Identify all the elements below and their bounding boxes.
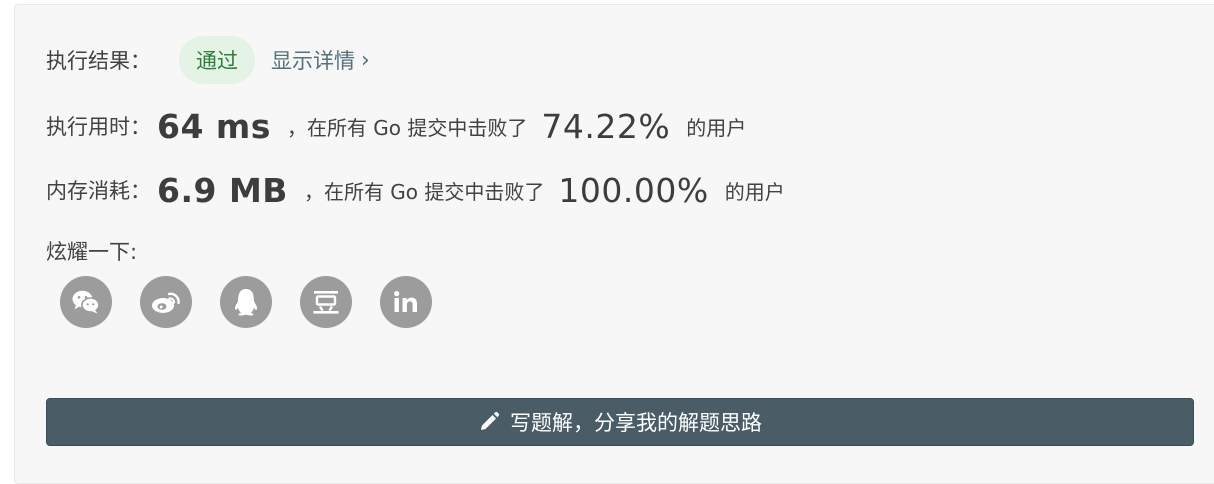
show-details-label: 显示详情 (271, 49, 355, 73)
douban-icon[interactable] (300, 276, 352, 328)
pencil-icon (478, 411, 500, 433)
write-solution-button[interactable]: 写题解，分享我的解题思路 (46, 398, 1194, 446)
result-row: 执行结果： 通过 显示详情 › (46, 36, 370, 84)
show-details-link[interactable]: 显示详情 › (271, 45, 370, 75)
runtime-row: 执行用时： 64 ms ，在所有 Go 提交中击败了 74.22% 的用户 (46, 104, 746, 148)
memory-label: 内存消耗： (46, 179, 151, 203)
runtime-label: 执行用时： (46, 115, 151, 139)
memory-mid-text: ，在所有 Go 提交中击败了 (303, 179, 545, 204)
chevron-right-icon: › (361, 47, 370, 73)
status-badge: 通过 (179, 36, 255, 84)
linkedin-icon[interactable] (380, 276, 432, 328)
memory-suffix: 的用户 (724, 179, 785, 204)
share-label: 炫耀一下: (46, 240, 138, 264)
result-label: 执行结果： (46, 49, 151, 73)
memory-value: 6.9 MB (157, 170, 288, 210)
wechat-icon[interactable] (60, 276, 112, 328)
memory-percent: 100.00% (558, 170, 709, 210)
write-solution-label: 写题解，分享我的解题思路 (510, 411, 762, 435)
qq-icon[interactable] (220, 276, 272, 328)
share-row: 炫耀一下: (46, 234, 137, 268)
runtime-mid-text: ，在所有 Go 提交中击败了 (286, 115, 528, 140)
weibo-icon[interactable] (140, 276, 192, 328)
runtime-suffix: 的用户 (686, 115, 747, 140)
runtime-percent: 74.22% (541, 106, 671, 146)
share-icons (60, 276, 460, 328)
runtime-value: 64 ms (157, 106, 271, 146)
memory-row: 内存消耗： 6.9 MB ，在所有 Go 提交中击败了 100.00% 的用户 (46, 168, 785, 212)
